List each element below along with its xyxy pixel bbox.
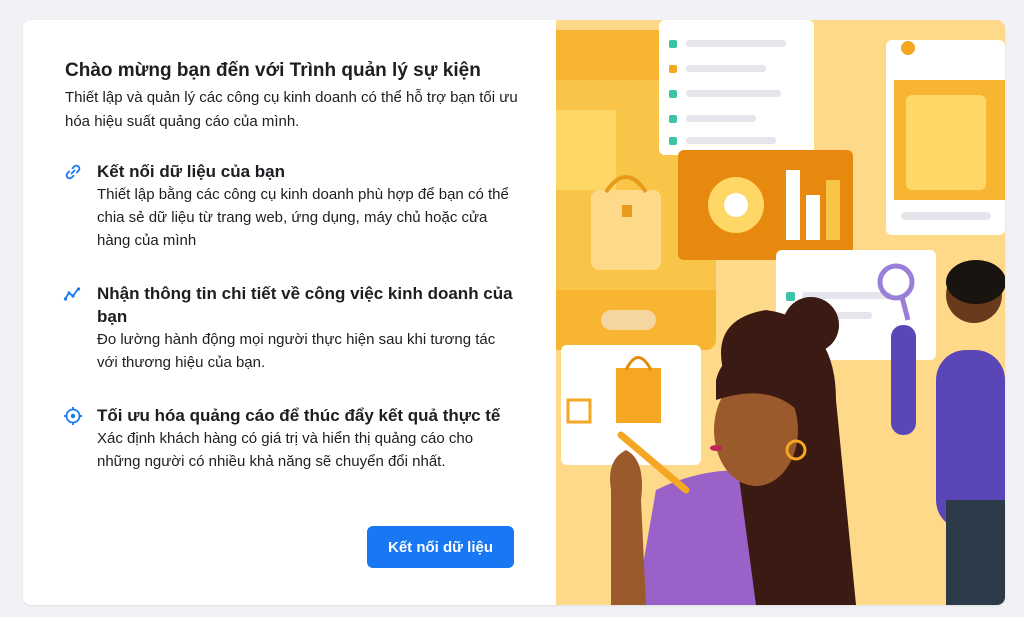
page-subtitle: Thiết lập và quản lý các công cụ kinh do… xyxy=(65,89,518,130)
link-icon xyxy=(65,164,81,180)
feature-title: Tối ưu hóa quảng cáo để thúc đẩy kết quả… xyxy=(97,406,501,425)
feature-description: Xác định khách hàng có giá trị và hiển t… xyxy=(97,430,474,470)
feature-optimize-ads: Tối ưu hóa quảng cáo để thúc đẩy kết quả… xyxy=(64,404,535,473)
feature-insights: Nhận thông tin chi tiết về công việc kin… xyxy=(63,282,535,374)
trend-line-icon xyxy=(63,287,81,301)
feature-description: Đo lường hành động mọi người thực hiện s… xyxy=(97,331,496,371)
intro-panel: Chào mừng bạn đến với Trình quản lý sự k… xyxy=(23,20,556,605)
welcome-card: Chào mừng bạn đến với Trình quản lý sự k… xyxy=(23,20,1005,605)
feature-description: Thiết lập bằng các công cụ kinh doanh ph… xyxy=(97,186,509,249)
feature-connect-data: Kết nối dữ liệu của bạn Thiết lập bằng c… xyxy=(65,160,535,252)
connect-data-button[interactable]: Kết nối dữ liệu xyxy=(367,526,514,568)
page-title: Chào mừng bạn đến với Trình quản lý sự k… xyxy=(65,60,481,81)
feature-title: Nhận thông tin chi tiết về công việc kin… xyxy=(97,284,513,326)
target-icon xyxy=(64,407,82,425)
hero-illustration xyxy=(556,20,1005,605)
feature-title: Kết nối dữ liệu của bạn xyxy=(97,162,285,181)
